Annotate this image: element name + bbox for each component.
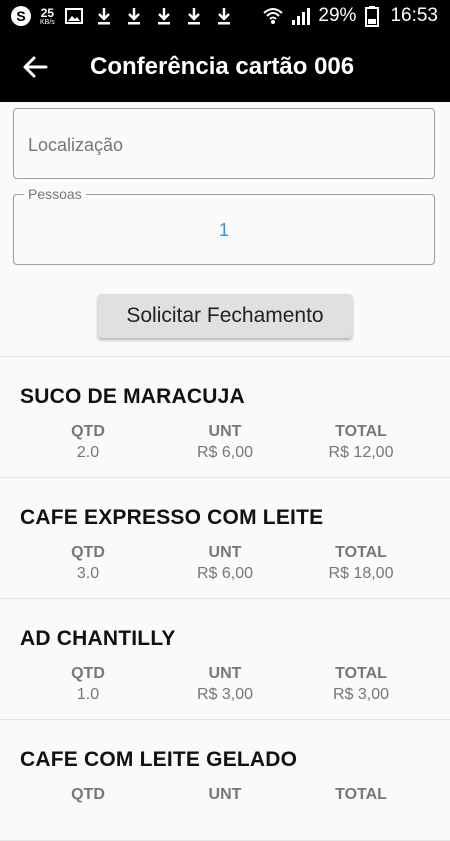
unit-price-header: UNT (208, 786, 242, 803)
total-column: TOTAL R$ 18,00 (301, 544, 421, 583)
total-header: TOTAL (335, 786, 387, 803)
location-placeholder: Localização (28, 135, 124, 155)
unit-price-header: UNT (208, 423, 242, 440)
total-header: TOTAL (335, 665, 387, 682)
clock: 16:53 (390, 5, 438, 26)
qty-header: QTD (71, 786, 105, 803)
download-icon (187, 8, 200, 25)
download-icon (127, 8, 140, 25)
total-column: TOTAL R$ 12,00 (301, 423, 421, 462)
network-speed-value: 25 (40, 5, 55, 20)
item-name: CAFE COM LEITE GELADO (20, 748, 298, 771)
wifi-icon (263, 8, 284, 24)
unit-price-value: R$ 3,00 (196, 686, 254, 703)
request-closing-button[interactable]: Solicitar Fechamento (98, 294, 352, 338)
gallery-icon (64, 8, 83, 24)
qty-header: QTD (71, 665, 105, 682)
list-item[interactable]: CAFE COM LEITE GELADO QTD UNT TOTAL (0, 720, 450, 841)
unit-price-column: UNT (165, 786, 285, 807)
page-title: Conferência cartão 006 (90, 53, 355, 80)
unit-price-value: R$ 6,00 (196, 565, 254, 582)
signal-icon (292, 8, 311, 25)
unit-price-value: R$ 6,00 (196, 444, 254, 461)
qty-header: QTD (71, 544, 105, 561)
item-name: AD CHANTILLY (20, 627, 176, 650)
app-bar: Conferência cartão 006 (0, 32, 450, 102)
svg-text:S: S (16, 8, 25, 24)
total-value: R$ 12,00 (328, 444, 394, 461)
location-field[interactable]: Localização (13, 108, 435, 179)
total-column: TOTAL R$ 3,00 (301, 665, 421, 704)
item-name: CAFE EXPRESSO COM LEITE (20, 506, 324, 529)
download-icon (217, 8, 230, 25)
qty-value: 1.0 (76, 686, 100, 703)
qty-column: QTD (28, 786, 148, 807)
download-icon (97, 8, 110, 25)
unit-price-header: UNT (208, 665, 242, 682)
people-value: 1 (218, 220, 229, 240)
total-value: R$ 3,00 (332, 686, 390, 703)
qty-column: QTD 2.0 (28, 423, 148, 462)
qty-column: QTD 3.0 (28, 544, 148, 583)
download-icon (157, 8, 170, 25)
unit-price-column: UNT R$ 3,00 (165, 665, 285, 704)
qty-value: 3.0 (76, 565, 100, 582)
unit-price-column: UNT R$ 6,00 (165, 423, 285, 462)
network-speed-unit: KB/s (40, 18, 55, 26)
total-header: TOTAL (335, 423, 387, 440)
unit-price-header: UNT (208, 544, 242, 561)
back-arrow-icon[interactable] (22, 54, 48, 80)
unit-price-column: UNT R$ 6,00 (165, 544, 285, 583)
list-item[interactable]: CAFE EXPRESSO COM LEITE QTD 3.0 UNT R$ 6… (0, 478, 450, 599)
items-list: SUCO DE MARACUJA QTD 2.0 UNT R$ 6,00 TOT… (0, 356, 450, 841)
skype-icon: S (11, 6, 31, 26)
people-label: Pessoas (24, 186, 86, 202)
battery-icon (365, 6, 380, 27)
list-item[interactable]: AD CHANTILLY QTD 1.0 UNT R$ 3,00 TOTAL R… (0, 599, 450, 720)
total-value: R$ 18,00 (328, 565, 394, 582)
qty-header: QTD (71, 423, 105, 440)
people-field[interactable]: Pessoas 1 (13, 186, 435, 265)
total-column: TOTAL (301, 786, 421, 807)
item-name: SUCO DE MARACUJA (20, 385, 245, 408)
status-left: S 25 KB/s (10, 4, 235, 28)
status-bar: S 25 KB/s 29% 16:53 (0, 0, 450, 32)
network-speed: 25 KB/s (40, 7, 55, 26)
qty-column: QTD 1.0 (28, 665, 148, 704)
list-item[interactable]: SUCO DE MARACUJA QTD 2.0 UNT R$ 6,00 TOT… (0, 357, 450, 478)
battery-percent: 29% (318, 5, 357, 26)
qty-value: 2.0 (76, 444, 100, 461)
status-right: 29% 16:53 (262, 4, 438, 28)
total-header: TOTAL (335, 544, 387, 561)
